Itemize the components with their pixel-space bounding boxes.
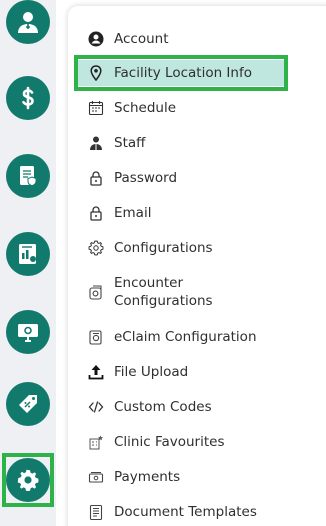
menu-item-schedule[interactable]: Schedule: [88, 95, 318, 121]
lock-icon: [88, 205, 104, 221]
menu-item-label: eClaim Configuration: [114, 329, 257, 345]
menu-item-label: Document Templates: [114, 504, 257, 520]
rail-promotions-button[interactable]: [6, 382, 50, 426]
menu-item-account[interactable]: Account: [88, 26, 318, 52]
dollar-icon: [22, 86, 34, 110]
selected-item-highlight: [74, 55, 288, 91]
menu-item-label: Email: [114, 205, 152, 221]
lock-icon: [88, 170, 104, 186]
menu-item-label: Configurations: [114, 240, 213, 256]
menu-item-label: Account: [114, 31, 169, 47]
icon-sidebar: [0, 0, 56, 526]
eclaim-icon: [88, 329, 104, 345]
menu-item-staff[interactable]: Staff: [88, 130, 318, 156]
rail-system-button[interactable]: [6, 310, 50, 354]
menu-item-label: Encounter Configurations: [114, 275, 213, 309]
menu-item-configurations[interactable]: Configurations: [88, 235, 318, 261]
doctor-icon: [18, 12, 38, 33]
settings-screen: Account Facility Location Info Schedule …: [0, 0, 326, 526]
rail-doctor-button[interactable]: [6, 0, 50, 44]
menu-item-file-upload[interactable]: File Upload: [88, 359, 318, 385]
menu-item-custom-codes[interactable]: Custom Codes: [88, 394, 318, 420]
rail-documents-button[interactable]: [6, 154, 50, 198]
tag-percent-icon: [19, 395, 37, 413]
staff-icon: [88, 135, 104, 151]
payments-icon: [88, 469, 104, 485]
document-template-icon: [88, 504, 104, 520]
active-rail-highlight: [2, 453, 54, 507]
menu-item-label: Staff: [114, 135, 146, 151]
menu-item-label: Password: [114, 170, 178, 186]
clinic-favourites-icon: [88, 434, 104, 450]
document-shield-icon: [20, 166, 37, 187]
menu-item-document-templates[interactable]: Document Templates: [88, 499, 318, 525]
menu-item-label: Payments: [114, 469, 181, 485]
menu-item-password[interactable]: Password: [88, 165, 318, 191]
menu-item-label: Custom Codes: [114, 399, 212, 415]
rail-billing-button[interactable]: [6, 76, 50, 120]
menu-item-email[interactable]: Email: [88, 200, 318, 226]
rail-reports-button[interactable]: [6, 232, 50, 276]
encounter-config-icon: [88, 284, 104, 300]
menu-item-clinic-favourites[interactable]: Clinic Favourites: [88, 429, 318, 455]
gear-icon: [88, 240, 104, 256]
menu-item-label: Clinic Favourites: [114, 434, 225, 450]
menu-item-payments[interactable]: Payments: [88, 464, 318, 490]
menu-item-encounter-configurations[interactable]: Encounter Configurations: [88, 272, 318, 312]
calendar-icon: [88, 100, 104, 116]
menu-item-label: Schedule: [114, 100, 177, 116]
menu-item-label: File Upload: [114, 364, 189, 380]
upload-icon: [88, 364, 104, 380]
report-chart-icon: [19, 244, 36, 264]
account-circle-icon: [88, 31, 104, 47]
monitor-gear-icon: [18, 324, 38, 342]
menu-item-eclaim-configuration[interactable]: eClaim Configuration: [88, 324, 318, 350]
code-icon: [88, 399, 104, 415]
